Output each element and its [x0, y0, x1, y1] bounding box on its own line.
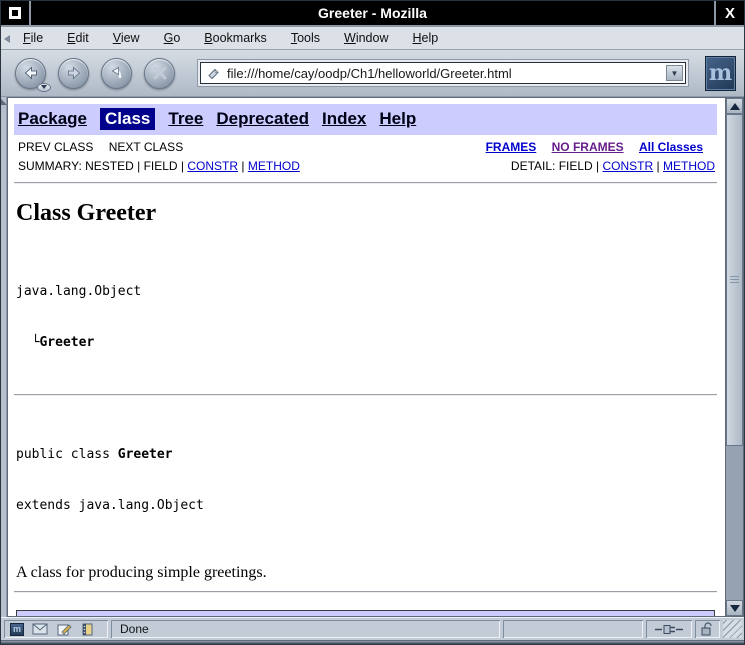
url-dropdown-button[interactable]: ▼ — [666, 65, 683, 81]
forward-button[interactable] — [58, 58, 89, 89]
urlbar-frame: file:///home/cay/oodp/Ch1/helloworld/Gre… — [197, 59, 689, 87]
window-bottom-border — [1, 640, 744, 644]
nav-help-link[interactable]: Help — [379, 109, 416, 129]
mail-icon[interactable] — [32, 623, 48, 635]
summary-method-link[interactable]: METHOD — [248, 159, 300, 173]
arrow-up-icon — [730, 103, 740, 110]
menu-go[interactable]: Go — [164, 31, 181, 45]
reload-arrow-icon — [109, 65, 125, 81]
window-resize-grip[interactable] — [723, 620, 742, 638]
status-text: Done — [111, 620, 500, 638]
no-frames-link[interactable]: NO FRAMES — [552, 140, 624, 154]
frames-link[interactable]: FRAMES — [486, 140, 537, 154]
sidebar-grippy-strip[interactable] — [1, 97, 7, 617]
security-panel[interactable] — [695, 620, 720, 638]
online-status-panel[interactable] — [646, 620, 692, 638]
detail-label: DETAIL: FIELD | — [511, 159, 599, 173]
menu-window[interactable]: Window — [344, 31, 388, 45]
class-signature: public class Greeter extends java.lang.O… — [16, 412, 717, 548]
menu-view[interactable]: View — [113, 31, 140, 45]
status-spacer — [503, 620, 643, 638]
url-text: file:///home/cay/oodp/Ch1/helloworld/Gre… — [227, 66, 666, 81]
sidebar-grippy-icon — [1, 99, 7, 105]
menu-bar: File Edit View Go Bookmarks Tools Window… — [1, 27, 744, 50]
stop-button[interactable] — [144, 58, 175, 89]
back-arrow-icon — [23, 65, 39, 81]
content-area: Package Class Tree Deprecated Index Help… — [1, 97, 744, 617]
address-book-icon[interactable] — [80, 623, 94, 636]
summary-constr-link[interactable]: CONSTR — [187, 159, 238, 173]
menu-help[interactable]: Help — [412, 31, 438, 45]
menu-tools[interactable]: Tools — [291, 31, 320, 45]
nav-index-link[interactable]: Index — [322, 109, 366, 129]
prev-class-label: PREV CLASS — [18, 140, 93, 154]
composer-icon[interactable] — [56, 623, 72, 636]
back-button[interactable] — [15, 58, 46, 89]
plug-icon — [655, 624, 683, 635]
nav-tree-link[interactable]: Tree — [168, 109, 203, 129]
unlock-icon — [701, 622, 714, 636]
stop-x-icon — [153, 66, 167, 80]
menu-bookmarks[interactable]: Bookmarks — [204, 31, 267, 45]
bookmark-tag-icon — [207, 66, 221, 80]
nav-deprecated-link[interactable]: Deprecated — [216, 109, 309, 129]
mozilla-logo[interactable]: m — [705, 56, 736, 91]
scrollbar-thumb[interactable] — [726, 114, 743, 446]
nav-class-current: Class — [100, 108, 155, 130]
javadoc-page: Package Class Tree Deprecated Index Help… — [7, 97, 725, 617]
class-description: A class for producing simple greetings. — [16, 564, 717, 582]
summary-label: SUMMARY: NESTED | FIELD | — [18, 159, 184, 173]
reload-button[interactable] — [101, 58, 132, 89]
vertical-scrollbar[interactable] — [725, 97, 744, 617]
detail-method-link[interactable]: METHOD — [663, 159, 715, 173]
thumb-grip-icon — [730, 276, 739, 284]
navigation-toolbar: file:///home/cay/oodp/Ch1/helloworld/Gre… — [1, 50, 744, 97]
javadoc-navbar: Package Class Tree Deprecated Index Help — [14, 104, 717, 135]
chevron-down-icon — [41, 85, 47, 89]
status-bar: m Done — [1, 617, 744, 640]
toolbar-grippy-icon[interactable] — [4, 35, 10, 43]
class-hierarchy: java.lang.Object └Greeter — [16, 249, 717, 385]
javadoc-subnav-row2: SUMMARY: NESTED | FIELD | CONSTR | METHO… — [18, 159, 715, 173]
menu-file[interactable]: File — [23, 31, 43, 45]
divider — [14, 182, 717, 184]
next-class-label: NEXT CLASS — [109, 140, 183, 154]
scroll-up-button[interactable] — [726, 98, 743, 114]
titlebar: Greeter - Mozilla X — [1, 1, 744, 27]
window-menu-button[interactable] — [1, 1, 31, 25]
scrollbar-track[interactable] — [726, 446, 743, 600]
page-title: Class Greeter — [16, 200, 717, 227]
component-bar: m — [4, 620, 108, 638]
url-input[interactable]: file:///home/cay/oodp/Ch1/helloworld/Gre… — [200, 62, 686, 84]
arrow-down-icon — [730, 605, 740, 612]
browser-window: Greeter - Mozilla X File Edit View Go Bo… — [0, 0, 745, 645]
detail-constr-link[interactable]: CONSTR — [603, 159, 654, 173]
navigator-icon[interactable]: m — [10, 623, 24, 636]
back-history-dropdown[interactable] — [37, 83, 51, 92]
window-close-button[interactable]: X — [714, 1, 744, 25]
divider — [14, 394, 717, 396]
javadoc-subnav-row1: PREV CLASS NEXT CLASS FRAMES NO FRAMES A… — [18, 140, 715, 154]
forward-arrow-icon — [66, 65, 82, 81]
divider — [14, 591, 717, 593]
window-title: Greeter - Mozilla — [31, 1, 714, 25]
constructor-summary-table: Constructor Summary Greeter(java.lang.St… — [16, 610, 715, 617]
all-classes-link[interactable]: All Classes — [639, 140, 703, 154]
scroll-down-button[interactable] — [726, 600, 743, 616]
nav-package-link[interactable]: Package — [18, 109, 87, 129]
window-menu-icon — [9, 7, 21, 19]
menu-edit[interactable]: Edit — [67, 31, 89, 45]
